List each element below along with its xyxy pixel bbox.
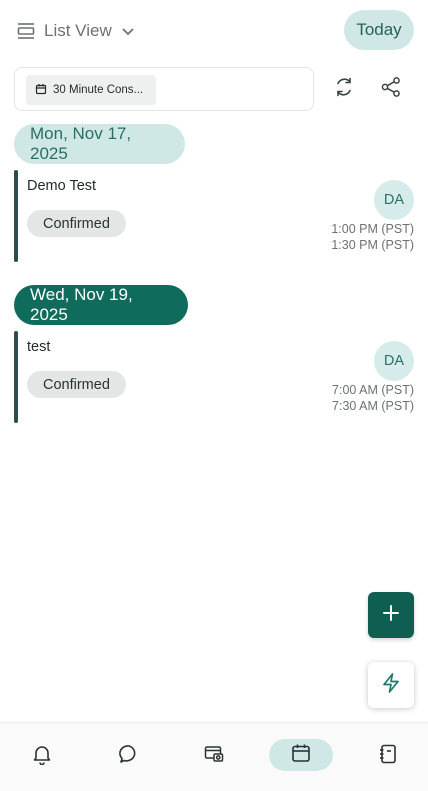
filter-chip[interactable]: 30 Minute Cons... (26, 75, 156, 105)
top-bar: List View Today (0, 0, 428, 62)
event-title: test (27, 339, 51, 355)
refresh-icon (333, 76, 355, 103)
lightning-icon (380, 672, 402, 699)
view-selector-label: List View (44, 21, 112, 40)
nav-payments[interactable] (192, 739, 236, 773)
today-button[interactable]: Today (344, 10, 414, 50)
bell-icon (31, 743, 53, 770)
calendar-filter[interactable]: 30 Minute Cons... (14, 67, 314, 111)
refresh-button[interactable] (327, 72, 361, 106)
nav-contacts[interactable] (366, 739, 410, 773)
calendar-icon (290, 742, 312, 769)
status-badge: Confirmed (27, 371, 126, 398)
status-badge: Confirmed (27, 210, 126, 237)
avatar: DA (374, 180, 414, 220)
chevron-down-icon (120, 23, 136, 39)
event-end-time: 7:30 AM (PST) (332, 399, 414, 413)
bottom-nav (0, 722, 428, 791)
event-card[interactable]: Demo Test Confirmed DA 1:00 PM (PST) 1:3… (14, 170, 416, 262)
avatar: DA (374, 341, 414, 381)
chat-icon (118, 743, 140, 770)
share-button[interactable] (374, 72, 408, 106)
quick-actions-button[interactable] (368, 662, 414, 708)
event-color-bar (14, 331, 18, 423)
event-start-time: 7:00 AM (PST) (332, 383, 414, 397)
add-event-button[interactable] (368, 592, 414, 638)
nav-notifications[interactable] (20, 739, 64, 773)
share-icon (380, 76, 402, 103)
filter-chip-label: 30 Minute Cons... (53, 84, 144, 96)
nav-conversations[interactable] (107, 739, 151, 773)
event-start-time: 1:00 PM (PST) (331, 222, 414, 236)
event-color-bar (14, 170, 18, 262)
payments-icon (203, 743, 225, 770)
event-title: Demo Test (27, 178, 97, 194)
nav-calendar[interactable] (269, 739, 333, 771)
event-end-time: 1:30 PM (PST) (331, 238, 414, 252)
event-card[interactable]: test Confirmed DA 7:00 AM (PST) 7:30 AM … (14, 331, 416, 423)
date-header: Mon, Nov 17, 2025 (14, 124, 185, 164)
date-header: Wed, Nov 19, 2025 (14, 285, 188, 325)
calendar-icon (35, 83, 47, 98)
list-view-icon (16, 21, 36, 41)
plus-icon (381, 603, 401, 628)
view-selector[interactable]: List View (16, 18, 136, 44)
contacts-icon (377, 743, 399, 770)
